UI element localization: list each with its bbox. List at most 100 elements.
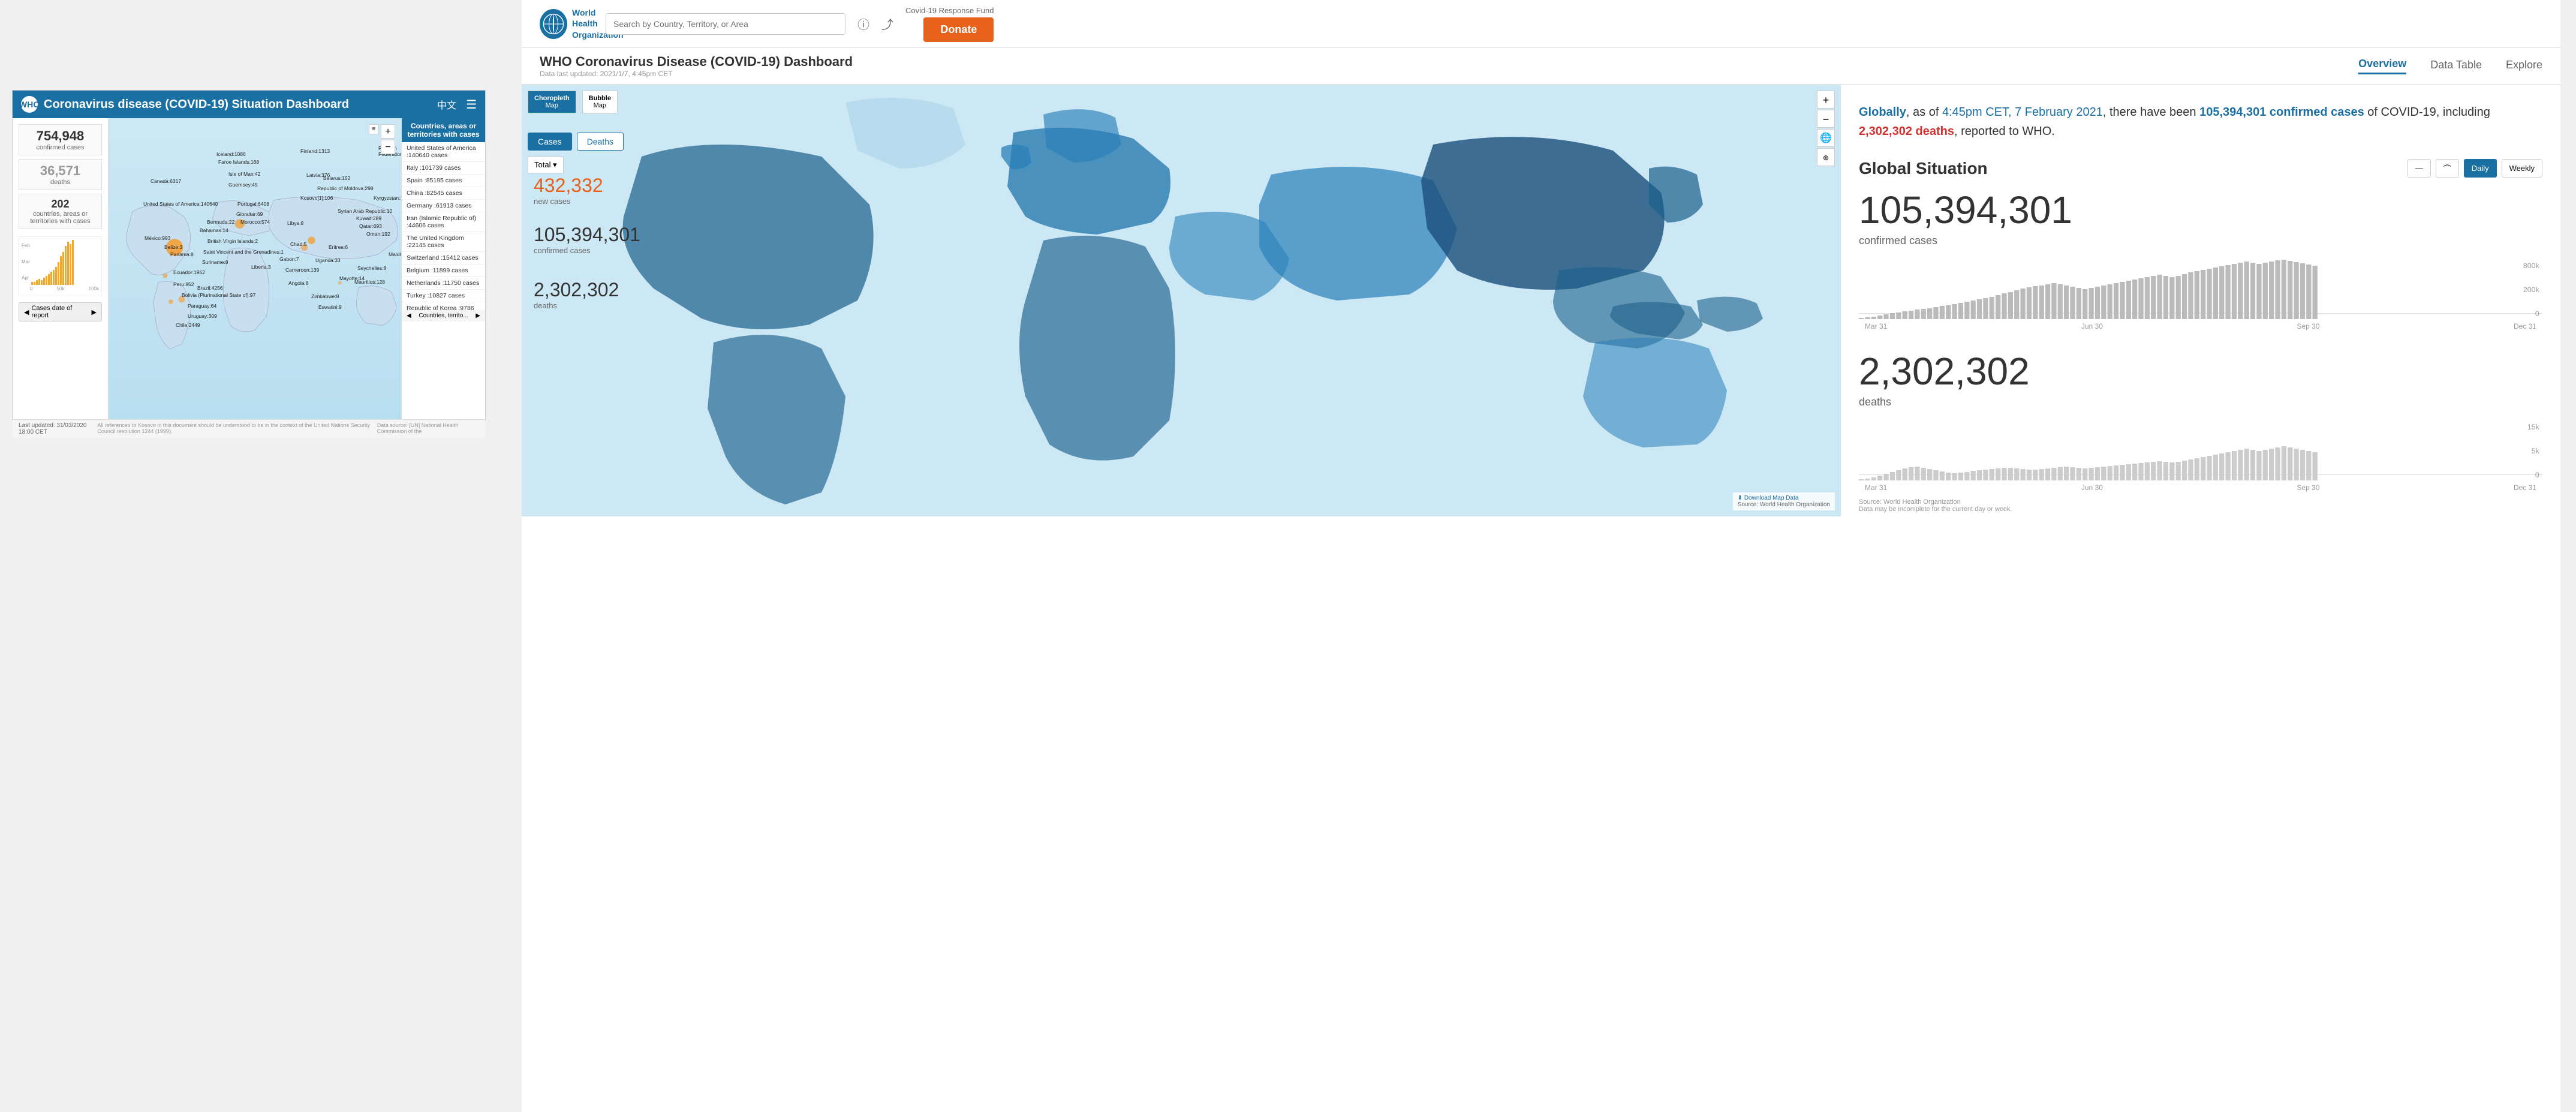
countries-number: 202 [22,198,99,211]
deaths-bar-chart: 0 5k 15k Mar 31 Jun 30 Sep 30 Dec 31 [1859,420,2542,492]
left-stats: 754,948 confirmed cases 36,571 deaths 20… [13,118,109,419]
list-item[interactable]: The United Kingdom :22145 cases [402,232,485,252]
x-label-jun30: Jun 30 [2081,322,2103,330]
suriname-label: Suriname:8 [202,259,228,265]
list-item[interactable]: Iran (Islamic Republic of) :44606 cases [402,212,485,232]
x-label-mar31: Mar 31 [1865,322,1887,330]
ecuador-label: Ecuador:1962 [173,269,205,275]
info-icon[interactable]: ⓘ [857,15,869,32]
x-label-sep30: Sep 30 [2297,322,2319,330]
bubble-map-btn[interactable]: Bubble Map [582,91,618,113]
zoom-out-btn[interactable]: − [381,140,395,154]
deaths-chart-svg: 0 5k 15k [1859,420,2542,480]
canada-label: Canada:6317 [151,178,181,184]
weekly-btn[interactable]: Weekly [2502,159,2542,178]
global-confirmed: 105,394,301 confirmed cases [2199,106,2364,119]
country-list-left: Countries, areas or territories with cas… [401,118,485,419]
dashboard-title: WHO Coronavirus Disease (COVID-19) Dashb… [540,54,853,70]
total-dropdown[interactable]: Total ▾ [528,157,564,173]
deaths-label: deaths [22,179,99,186]
donate-button[interactable]: Donate [923,17,994,42]
list-item[interactable]: Netherlands :11750 cases [402,277,485,290]
left-panel: WHO Coronavirus disease (COVID-19) Situa… [12,90,486,420]
chart-note: Data may be incomplete for the current d… [1859,506,2542,513]
global-deaths-text: 2,302,302 deaths [1859,125,1954,138]
confirmed-cases-map-number: 105,394,301 [534,224,640,246]
legend-btn[interactable]: ≡ [369,124,378,134]
confirmed-number: 754,948 [22,128,99,144]
zoom-in-btn[interactable]: + [381,124,395,139]
globe-btn[interactable]: 🌐 [1817,129,1835,147]
left-header-title: WHO Coronavirus disease (COVID-19) Situa… [21,96,349,113]
deaths-big-stat: 2,302,302 [1859,349,2542,393]
country-list-scroll[interactable]: United States of America :140640 cases I… [402,142,485,310]
who-logo-circle [540,9,567,39]
deaths-toggle-btn[interactable]: Deaths [577,133,624,151]
faroe-label: Faroe Islands:168 [218,159,259,165]
libya-label: Libya:8 [287,220,303,226]
line-chart-btn[interactable]: — [2408,159,2431,178]
guernsey-label: Guernsey:45 [228,182,258,188]
china-dot [308,236,315,244]
moldova-label: Republic of Moldova:298 [317,185,374,191]
global-datetime: 4:45pm CET, 7 February 2021 [1942,106,2103,119]
lang-switch[interactable]: 中文 [437,97,456,112]
chart-source-area: Source: World Health Organization Data m… [1859,498,2542,513]
list-item[interactable]: Spain :85195 cases [402,175,485,187]
list-item[interactable]: Belgium :11899 cases [402,265,485,277]
cases-toggle-btn[interactable]: Cases [528,133,572,151]
zoom-in-right[interactable]: + [1817,91,1835,109]
oman-label: Oman:192 [366,231,390,237]
panama-label: Panama:8 [170,251,194,257]
right-header: World Health Organization ⓘ ⤴ Covid-19 R… [522,0,2560,48]
deaths-x-label-jun30: Jun 30 [2081,483,2103,492]
list-item[interactable]: Italy :101739 cases [402,162,485,175]
deaths-map-label: deaths [534,301,640,310]
maldives-label: Maldives:17 [389,251,401,257]
tab-explore[interactable]: Explore [2506,59,2542,74]
deaths-map-number: 2,302,302 [534,279,640,301]
seychelles-label: Seychelles:8 [357,265,386,271]
right-sub-header: WHO Coronavirus Disease (COVID-19) Dashb… [522,48,2560,85]
download-map-data[interactable]: ⬇ Download Map Data [1738,495,1830,501]
iceland-label: Iceland:1086 [216,151,246,157]
next-country-btn[interactable]: ▶ [476,312,480,319]
search-input[interactable] [606,13,845,35]
map-controls-top: Choropleth Map Bubble Map [528,91,618,113]
header-icons: ⓘ ⤴ [857,15,893,32]
list-item[interactable]: Turkey :10827 cases [402,290,485,302]
list-item[interactable]: Republic of Korea :9786 cases [402,302,485,310]
zoom-out-right[interactable]: − [1817,110,1835,128]
list-item[interactable]: China :82545 cases [402,187,485,200]
choropleth-map-btn[interactable]: Choropleth Map [528,91,576,113]
mauritius-label: Mauritius:128 [354,279,385,285]
kosovo-label: Kosovo[1]:106 [300,195,333,201]
dashboard-title-left: Coronavirus disease (COVID-19) Situation… [44,98,349,112]
cases-date-nav[interactable]: ◀ Cases date of report ▶ [19,302,102,321]
bvi-label: British Virgin Islands:2 [207,238,258,244]
countries-box: 202 countries, areas or territories with… [19,194,102,229]
tab-overview[interactable]: Overview [2358,58,2406,74]
confirmed-big-label: confirmed cases [1859,235,2542,247]
belarus-label: Belarus:152 [323,175,350,181]
menu-icon[interactable]: ☰ [466,97,477,112]
tab-data-table[interactable]: Data Table [2430,59,2482,74]
chile-label: Chile:2449 [176,322,200,328]
list-item[interactable]: Switzerland :15412 cases [402,252,485,265]
new-cases-label: new cases [534,197,640,206]
paraguay-label: Paraguay:64 [188,303,216,309]
share-icon[interactable]: ⤴ [881,15,893,32]
list-item[interactable]: Germany :61913 cases [402,200,485,212]
prev-country-btn[interactable]: ◀ [407,312,411,319]
list-item[interactable]: United States of America :140640 cases [402,142,485,162]
cases-chart-svg: 0 200k 800k [1859,259,2542,319]
daily-btn[interactable]: Daily [2464,159,2497,178]
gabon-label: Gabon:7 [279,256,299,262]
chart-source: Source: World Health Organization [1859,498,2542,506]
eritrea-label: Eritrea:6 [329,244,348,250]
layers-btn[interactable]: ⊕ [1817,148,1835,166]
who-logo-small: WHO [21,96,38,113]
global-as-of: , as of [1906,106,1942,119]
area-chart-btn[interactable]: ⌒ [2436,159,2459,178]
syria-label: Syrian Arab Republic:10 [338,208,392,214]
